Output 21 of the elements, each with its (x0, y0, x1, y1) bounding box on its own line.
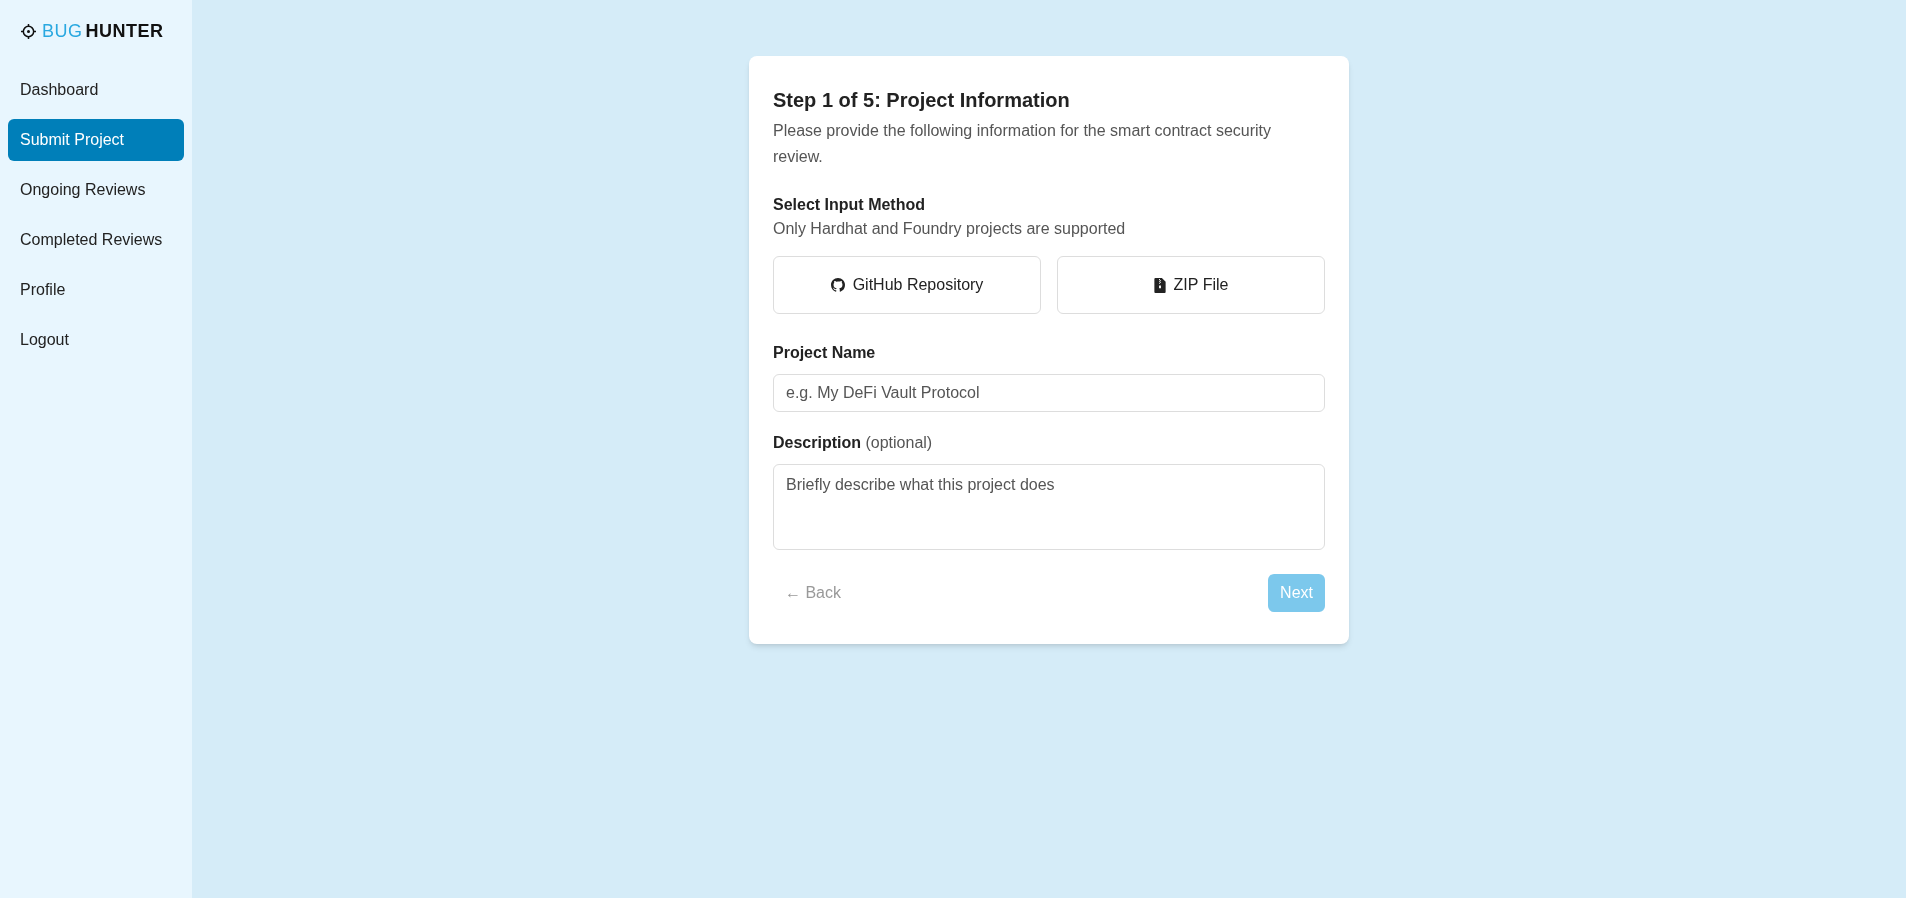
step-title: Step 1 of 5: Project Information (773, 88, 1071, 113)
field-hint: Only Hardhat and Foundry projects are supported (773, 219, 1127, 239)
field-label: Description (optional) (773, 433, 934, 453)
project-name-field[interactable]: e.g. My DeFi Vault Protocol (773, 374, 1325, 412)
github-icon (830, 278, 845, 292)
nav-item[interactable]: Dashboard (8, 69, 184, 111)
input-method-option[interactable]: GitHub Repository (773, 256, 1041, 314)
nav-item[interactable]: Profile (8, 269, 184, 311)
nav-item[interactable]: Submit Project (8, 119, 184, 161)
nav-item[interactable]: Completed Reviews (8, 219, 184, 261)
field-label: Select Input Method (773, 195, 926, 215)
input-method-option[interactable]: ZIP File (1057, 256, 1325, 314)
nav-item[interactable]: Ongoing Reviews (8, 169, 184, 211)
logo-word: HUNTER (85, 20, 164, 43)
crosshair-icon (21, 24, 36, 39)
field-label: Project Name (773, 343, 877, 363)
zip-file-icon (1153, 277, 1166, 293)
step-description: Please provide the following information for the smart contract security review. (773, 121, 1272, 167)
description-field[interactable]: Briefly describe what this project does (773, 464, 1325, 550)
logo-word: BUG (42, 20, 83, 43)
nav-item[interactable]: Logout (8, 319, 184, 361)
